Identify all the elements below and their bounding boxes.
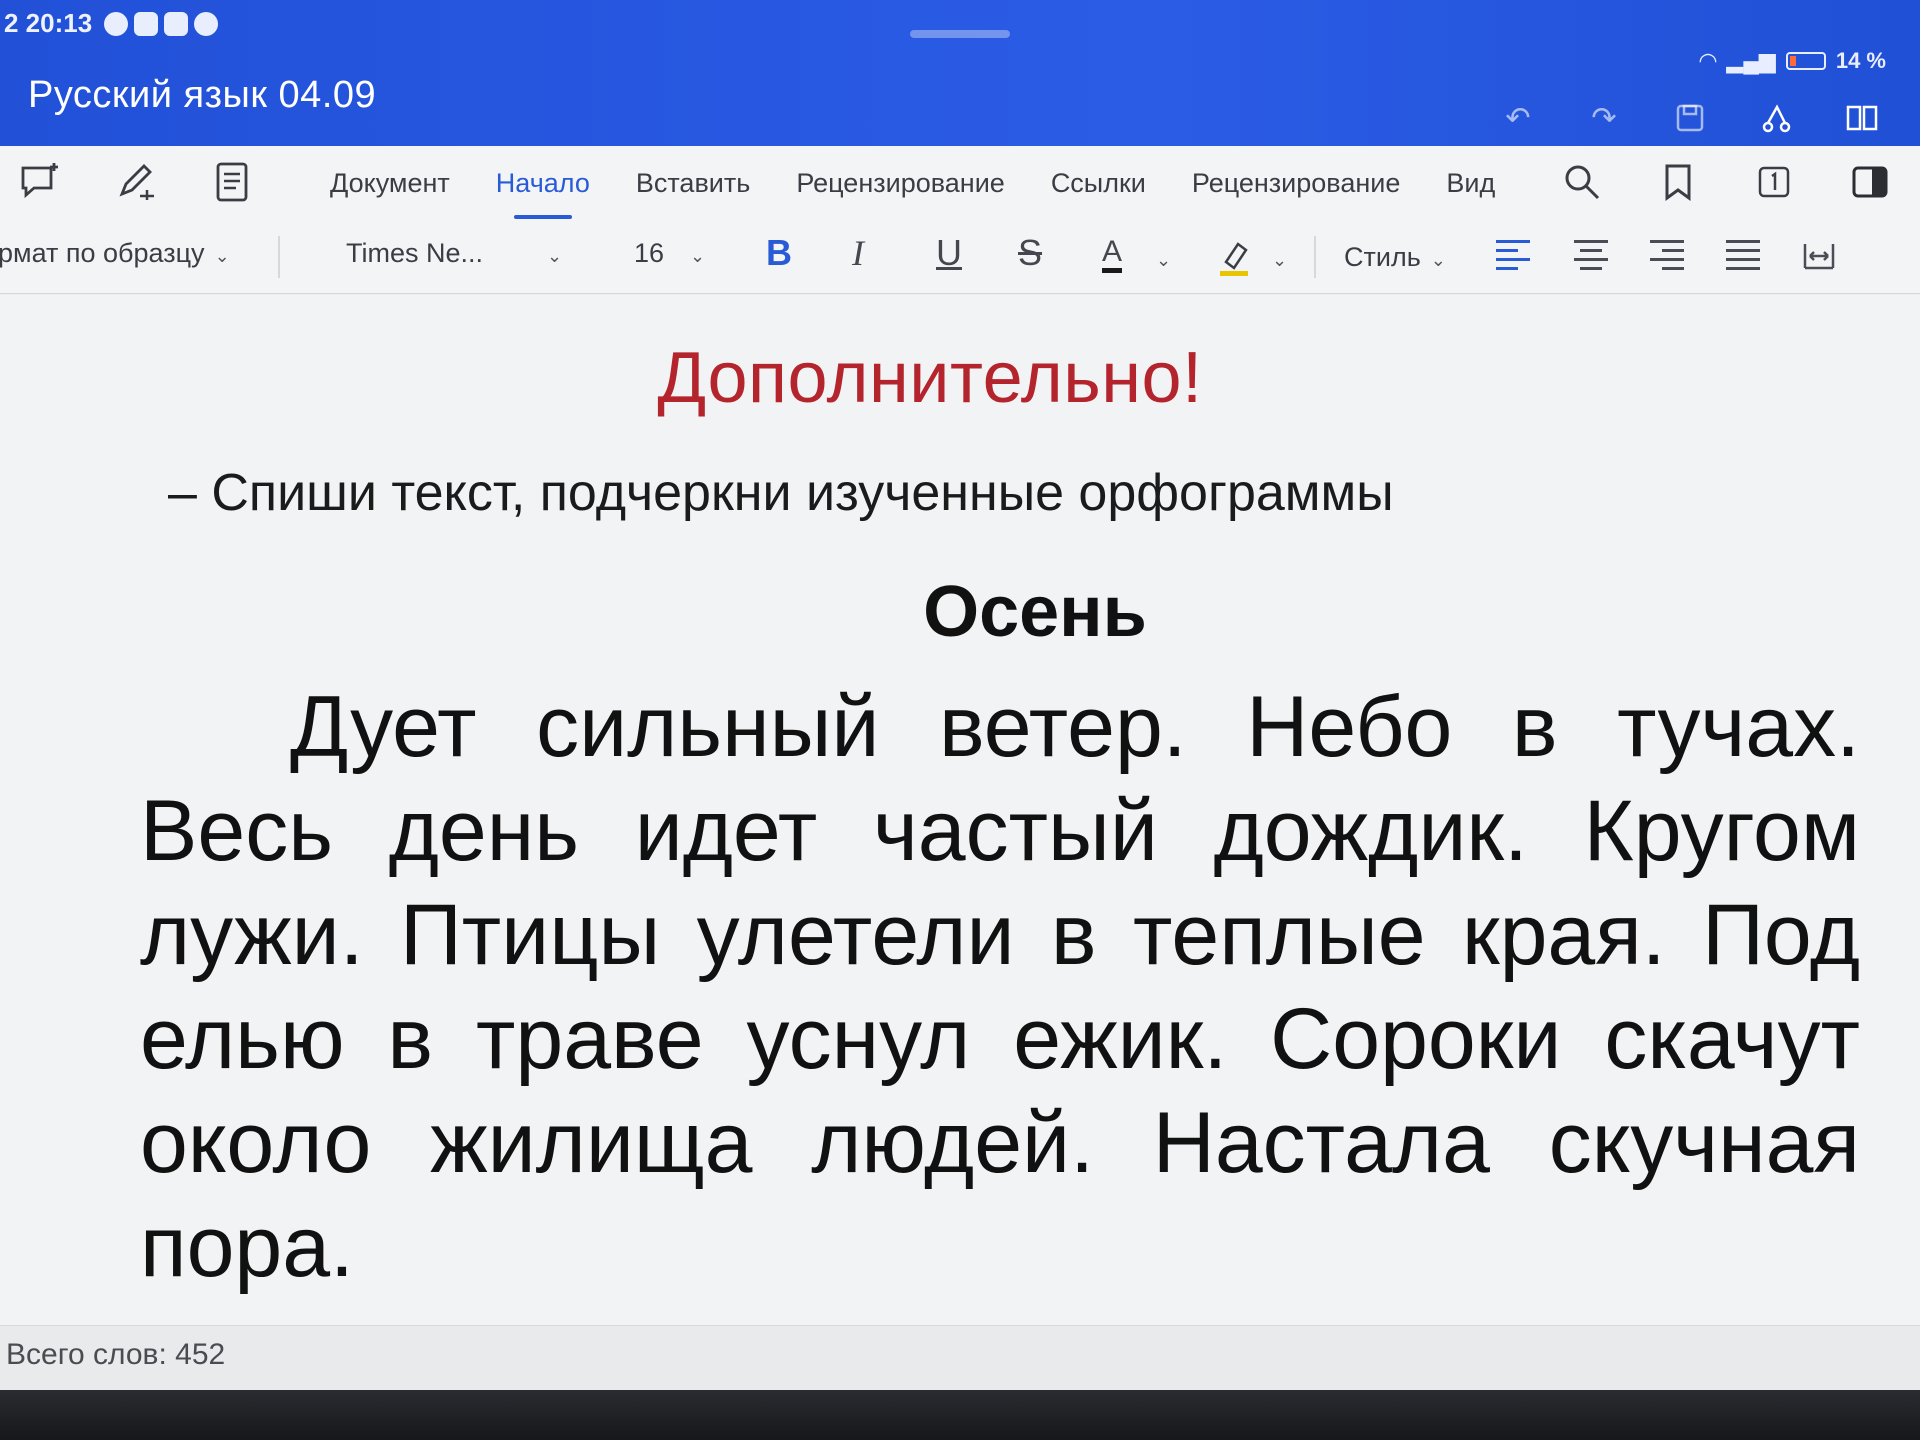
format-row: рмат по образцу ⌄ Times Ne... ⌄ 16 ⌄ B I U … xyxy=(0,224,1920,288)
bookmark-icon[interactable] xyxy=(1658,162,1698,202)
title-bar: 2 20:13 ◠ ▂▄▆ 14 % Русский язык 04.09 ↶ … xyxy=(0,0,1920,146)
search-icon[interactable] xyxy=(1562,162,1602,202)
sync-icon xyxy=(194,12,218,36)
text-heading: Осень xyxy=(923,572,1147,652)
instruction-text: – Спиши текст, подчеркни изученные орфог… xyxy=(168,464,1394,522)
reading-mode-icon[interactable] xyxy=(1844,100,1880,136)
line-spacing-icon[interactable] xyxy=(1802,240,1836,272)
style-select[interactable]: Стиль ⌄ xyxy=(1344,242,1446,273)
italic-button[interactable]: I xyxy=(852,232,864,274)
tab-row: Документ Начало Вставить Рецензирование … xyxy=(0,146,1920,219)
drag-handle[interactable] xyxy=(910,30,1010,38)
font-size-select[interactable]: 16 ⌄ xyxy=(634,238,705,269)
panel-icon[interactable] xyxy=(1850,162,1890,202)
document-page[interactable]: Дополнительно! – Спиши текст, подчеркни … xyxy=(0,295,1920,1325)
bold-button[interactable]: B xyxy=(766,232,792,274)
status-icons xyxy=(104,12,218,36)
font-name-value: Times Ne... xyxy=(346,238,484,268)
red-heading: Дополнительно! xyxy=(657,338,1203,418)
chevron-down-icon: ⌄ xyxy=(690,246,706,266)
format-painter-label: рмат по образцу xyxy=(0,238,205,268)
highlighter-icon[interactable] xyxy=(1218,238,1252,278)
pen-icon[interactable] xyxy=(114,160,158,204)
font-name-select[interactable]: Times Ne... ⌄ xyxy=(346,238,562,269)
ribbon-tabs: Документ Начало Вставить Рецензирование … xyxy=(330,168,1495,219)
divider xyxy=(278,236,280,278)
app-notification-icon xyxy=(134,12,158,36)
share-icon[interactable] xyxy=(1758,100,1794,136)
document-title: Русский язык 04.09 xyxy=(28,74,377,116)
tab-review-2[interactable]: Рецензирование xyxy=(1192,168,1401,199)
ribbon: Документ Начало Вставить Рецензирование … xyxy=(0,146,1920,294)
notification-icon xyxy=(104,12,128,36)
tab-review[interactable]: Рецензирование xyxy=(796,168,1005,199)
undo-icon[interactable]: ↶ xyxy=(1500,100,1536,136)
chevron-down-icon[interactable]: ⌄ xyxy=(1262,242,1287,273)
divider xyxy=(1314,236,1316,278)
ribbon-right-icons xyxy=(1562,162,1890,202)
format-painter-button[interactable]: рмат по образцу ⌄ xyxy=(0,238,230,269)
tab-insert[interactable]: Вставить xyxy=(636,168,750,199)
tab-references[interactable]: Ссылки xyxy=(1051,168,1146,199)
tab-document[interactable]: Документ xyxy=(330,168,450,199)
body-paragraph: Дует сильный ветер. Небо в тучах. Весь д… xyxy=(140,679,1860,1295)
chevron-down-icon: ⌄ xyxy=(1430,250,1446,270)
save-icon[interactable] xyxy=(1672,100,1708,136)
system-status: ◠ ▂▄▆ 14 % xyxy=(1699,48,1886,74)
font-size-value: 16 xyxy=(634,238,665,268)
battery-level: 14 % xyxy=(1835,48,1886,73)
align-left-icon[interactable] xyxy=(1496,240,1530,270)
battery-icon xyxy=(1785,52,1826,70)
align-right-icon[interactable] xyxy=(1650,240,1684,270)
signal-icon: ▂▄▆ xyxy=(1726,48,1776,73)
word-count: Всего слов: 452 xyxy=(6,1338,226,1371)
style-label: Стиль xyxy=(1344,242,1421,272)
strikethrough-button[interactable]: S xyxy=(1018,232,1042,274)
redo-icon[interactable]: ↷ xyxy=(1586,100,1622,136)
message-icon xyxy=(164,12,188,36)
title-actions: ↶ ↷ xyxy=(1500,100,1880,136)
status-bar: Всего слов: 452 xyxy=(0,1325,1920,1390)
document-icon[interactable] xyxy=(210,160,254,204)
chevron-down-icon: ⌄ xyxy=(547,246,563,266)
comment-add-icon[interactable] xyxy=(18,160,62,204)
underline-button[interactable]: U xyxy=(936,232,962,274)
tablet-screen: 2 20:13 ◠ ▂▄▆ 14 % Русский язык 04.09 ↶ … xyxy=(0,0,1920,1390)
status-time: 2 20:13 xyxy=(4,8,93,38)
chevron-down-icon: ⌄ xyxy=(214,246,230,266)
device-bezel xyxy=(0,1390,1920,1440)
tab-view[interactable]: Вид xyxy=(1446,168,1495,199)
page-number-icon[interactable] xyxy=(1754,162,1794,202)
align-center-icon[interactable] xyxy=(1574,240,1608,270)
chevron-down-icon[interactable]: ⌄ xyxy=(1146,242,1171,273)
wifi-icon: ◠ xyxy=(1699,48,1717,73)
tool-icons xyxy=(18,160,254,204)
align-justify-icon[interactable] xyxy=(1726,240,1760,270)
font-color-button[interactable]: A xyxy=(1102,236,1123,273)
tab-home[interactable]: Начало xyxy=(496,168,590,219)
